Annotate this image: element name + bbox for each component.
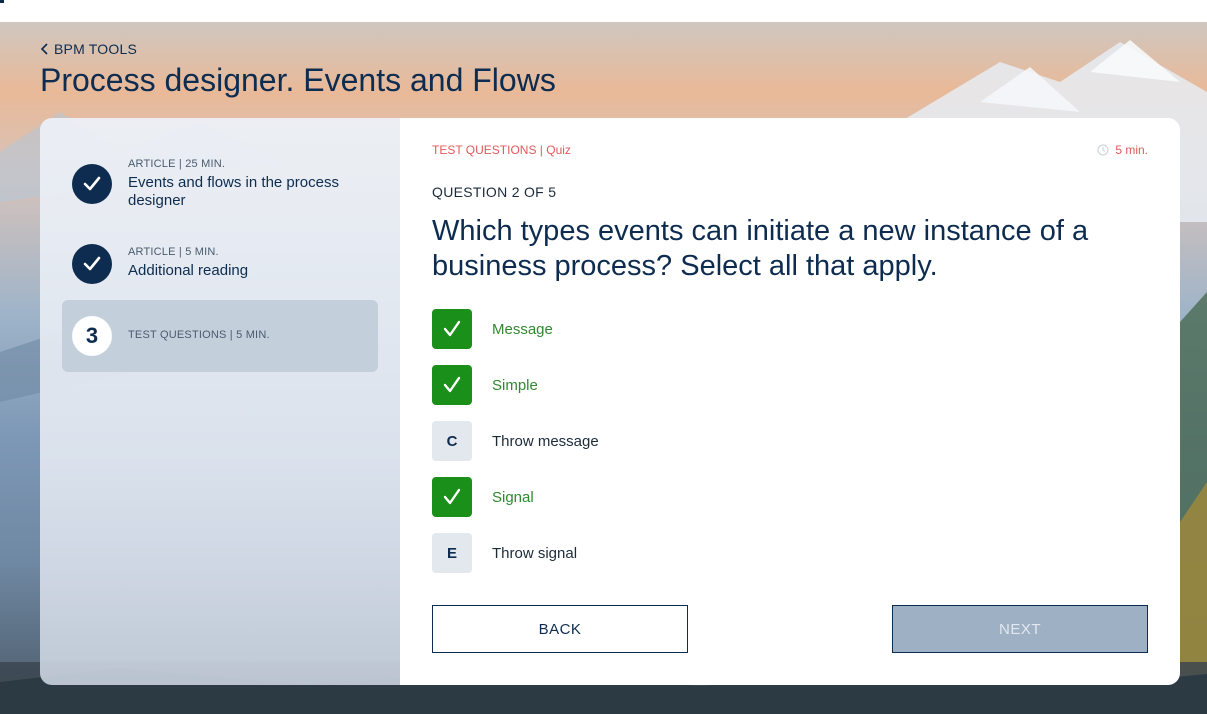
- sidebar-step-1[interactable]: ARTICLE | 25 MIN. Events and flows in th…: [62, 152, 378, 212]
- check-circle-icon: [72, 244, 112, 284]
- step-2-text: ARTICLE | 5 MIN. Additional reading: [128, 246, 248, 280]
- section-kicker: TEST QUESTIONS | Quiz: [432, 143, 571, 157]
- checkbox-checked[interactable]: [432, 365, 472, 405]
- step-2-title: Additional reading: [128, 262, 249, 279]
- question-counter: QUESTION 2 OF 5: [432, 184, 557, 200]
- check-icon: [443, 320, 461, 337]
- step-3-kicker: TEST QUESTIONS | 5 MIN.: [128, 329, 270, 341]
- page-title: Process designer. Events and Flows: [40, 62, 556, 98]
- question-text: Which types events can initiate a new in…: [432, 215, 1089, 282]
- checkbox-checked[interactable]: [432, 477, 472, 517]
- option-c[interactable]: C Throw message: [432, 421, 599, 461]
- sidebar-step-2[interactable]: ARTICLE | 5 MIN. Additional reading: [62, 240, 378, 288]
- step-3-text: TEST QUESTIONS | 5 MIN.: [128, 329, 270, 341]
- quiz-panel: TEST QUESTIONS | Quiz 5 min. QUESTION 2 …: [400, 118, 1180, 685]
- option-e-label: Throw signal: [492, 544, 578, 562]
- step-number-badge: 3: [72, 316, 112, 356]
- check-circle-icon: [72, 164, 112, 204]
- step-1-text: ARTICLE | 25 MIN. Events and flows in th…: [128, 158, 368, 210]
- option-a[interactable]: Message: [432, 309, 553, 349]
- step-2-kicker: ARTICLE | 5 MIN.: [128, 246, 219, 258]
- check-icon: [443, 376, 461, 393]
- back-button[interactable]: BACK: [432, 605, 688, 653]
- step-1-kicker: ARTICLE | 25 MIN.: [128, 158, 226, 170]
- breadcrumb-label: BPM TOOLS: [54, 41, 137, 57]
- top-bar-mark: [0, 0, 4, 3]
- breadcrumb-link[interactable]: BPM TOOLS: [40, 40, 137, 58]
- option-c-letter[interactable]: C: [432, 421, 472, 461]
- option-d[interactable]: Signal: [432, 477, 534, 517]
- check-icon: [83, 176, 101, 191]
- option-a-label: Message: [492, 320, 553, 338]
- next-button[interactable]: NEXT: [892, 605, 1148, 653]
- lesson-card: ARTICLE | 25 MIN. Events and flows in th…: [40, 118, 1180, 685]
- option-e-letter[interactable]: E: [432, 533, 472, 573]
- option-e[interactable]: E Throw signal: [432, 533, 577, 573]
- option-b-label: Simple: [492, 376, 538, 394]
- checkbox-checked[interactable]: [432, 309, 472, 349]
- check-icon: [83, 256, 101, 271]
- option-b[interactable]: Simple: [432, 365, 538, 405]
- option-d-label: Signal: [492, 488, 534, 506]
- option-c-label: Throw message: [492, 432, 599, 450]
- clock-icon: [1097, 144, 1109, 156]
- duration-label: 5 min.: [1097, 143, 1148, 157]
- check-icon: [443, 488, 461, 505]
- lesson-sidebar: ARTICLE | 25 MIN. Events and flows in th…: [40, 118, 400, 685]
- duration-text: 5 min.: [1115, 143, 1148, 157]
- top-bar: [0, 0, 1207, 22]
- sidebar-step-3[interactable]: 3 TEST QUESTIONS | 5 MIN.: [62, 300, 378, 372]
- step-1-title: Events and flows in the process designer: [128, 174, 339, 209]
- chevron-left-icon: [40, 43, 48, 55]
